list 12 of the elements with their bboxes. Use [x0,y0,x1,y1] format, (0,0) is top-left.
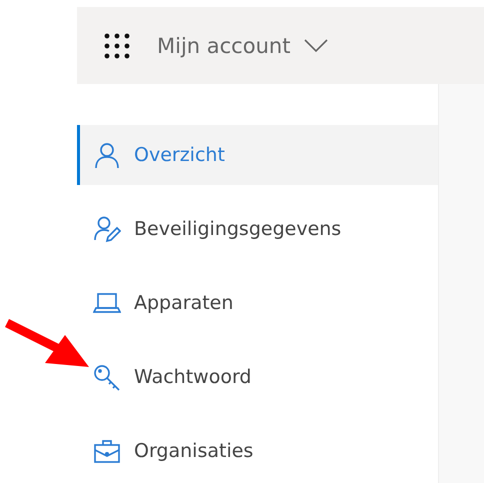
app-launcher-icon[interactable] [104,32,130,58]
nav-item[interactable]: Overzicht [77,125,438,185]
account-menu-button[interactable]: Mijn account [157,34,328,58]
nav-item[interactable]: Wachtwoord [77,347,438,407]
person-icon [93,141,121,169]
nav-item[interactable]: Organisaties [77,421,438,481]
chevron-down-icon [304,38,328,52]
briefcase-icon [93,437,121,465]
key-icon [93,363,121,391]
nav-item[interactable]: Beveiligingsgegevens [77,199,438,259]
nav-item[interactable]: Apparaten [77,273,438,333]
person-pencil-icon [93,215,121,243]
